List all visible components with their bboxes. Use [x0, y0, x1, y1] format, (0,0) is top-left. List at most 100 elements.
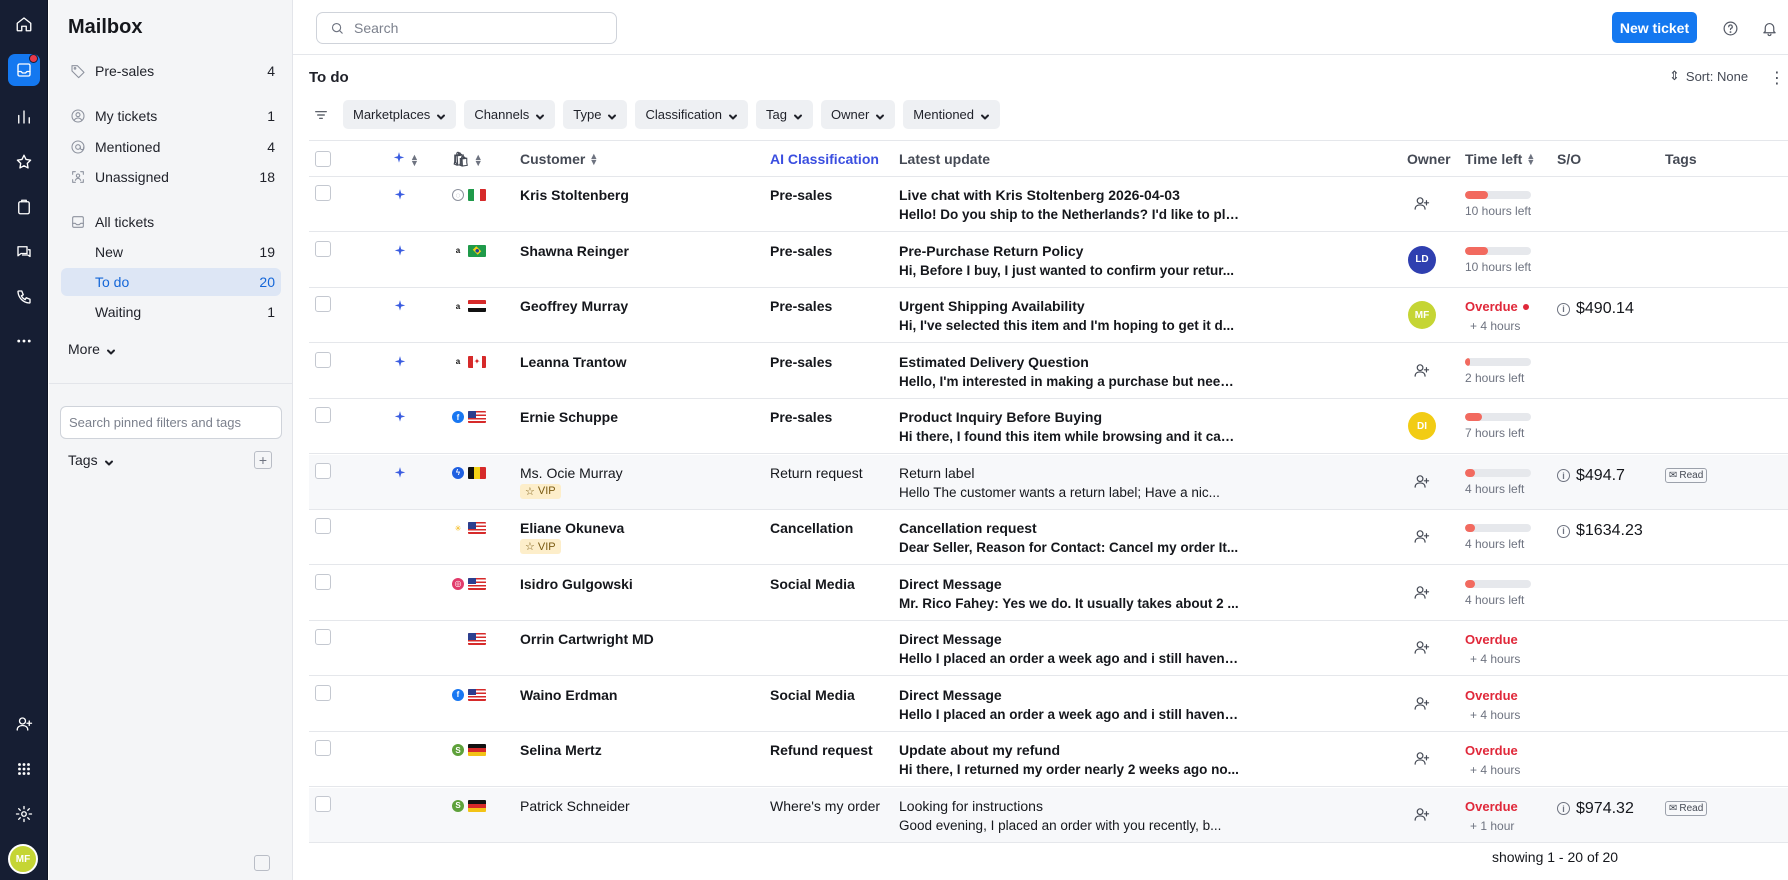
filter-mentioned[interactable]: Mentioned	[903, 100, 1001, 129]
row-checkbox[interactable]	[315, 629, 331, 645]
chat-icon[interactable]	[8, 236, 40, 268]
assign-owner-icon[interactable]	[1413, 639, 1430, 659]
latest-update-cell[interactable]: Return label Hello The customer wants a r…	[899, 465, 1239, 500]
bell-icon[interactable]	[1759, 18, 1779, 38]
customer-cell[interactable]: Patrick Schneider	[520, 798, 630, 814]
customer-cell[interactable]: Ms. Ocie Murray ☆ VIP	[520, 465, 623, 499]
user-avatar[interactable]: MF	[8, 844, 38, 874]
table-row[interactable]: ◌ Kris Stoltenberg Pre-sales Live chat with…	[309, 177, 1788, 232]
owner-avatar[interactable]: LD	[1408, 245, 1436, 274]
customer-cell[interactable]: Geoffrey Murray	[520, 298, 628, 314]
table-row[interactable]: S Selina Mertz Refund request Update about …	[309, 732, 1788, 787]
help-icon[interactable]	[1720, 18, 1740, 38]
customer-cell[interactable]: Selina Mertz	[520, 742, 602, 758]
star-icon[interactable]	[8, 146, 40, 178]
analytics-icon[interactable]	[8, 101, 40, 133]
table-row[interactable]: a Geoffrey Murray Pre-sales Urgent Shipping…	[309, 288, 1788, 343]
more-apps-icon[interactable]	[8, 325, 40, 357]
row-checkbox[interactable]	[315, 518, 331, 534]
sidebar-item-mentioned[interactable]: Mentioned 4	[61, 133, 281, 161]
time-left-header[interactable]: Time left ▲ ▼	[1465, 151, 1535, 167]
sidebar-item-pre-sales[interactable]: Pre-sales 4	[61, 57, 281, 85]
assign-owner-icon[interactable]	[1413, 695, 1430, 715]
assign-owner-icon[interactable]	[1413, 750, 1430, 770]
row-checkbox[interactable]	[315, 462, 331, 479]
search-box[interactable]	[316, 12, 617, 44]
sort-control[interactable]: ⇕ Sort: None	[1669, 68, 1748, 84]
latest-update-cell[interactable]: Live chat with Kris Stoltenberg 2026-04-…	[899, 187, 1239, 222]
tag-cell[interactable]: ✉ Read	[1665, 465, 1708, 483]
filter-tag[interactable]: Tag	[756, 100, 813, 129]
pinned-filters-search[interactable]: Search pinned filters and tags	[60, 406, 282, 439]
table-row[interactable]: a ✦ Leanna Trantow Pre-sales Estimated Deliv…	[309, 344, 1788, 399]
home-icon[interactable]	[8, 8, 40, 40]
row-checkbox[interactable]	[315, 185, 331, 201]
customer-header[interactable]: Customer ▲ ▼	[520, 151, 598, 167]
tags-toggle[interactable]: Tags	[68, 452, 114, 468]
sidebar-item-to-do[interactable]: To do 20	[61, 268, 281, 296]
assign-owner-icon[interactable]	[1413, 584, 1430, 604]
row-checkbox[interactable]	[315, 573, 331, 590]
assign-owner-icon[interactable]	[1413, 528, 1430, 548]
add-tag-button[interactable]: +	[254, 451, 272, 469]
assign-owner-icon[interactable]	[1413, 806, 1430, 826]
assign-owner-icon[interactable]	[1413, 195, 1430, 215]
latest-update-cell[interactable]: Direct Message Mr. Rico Fahey: Yes we do.…	[899, 576, 1239, 611]
table-row[interactable]: ✳ Eliane Okuneva ☆ VIP Cancellation Cancellat…	[309, 510, 1788, 565]
table-row[interactable]: f Ernie Schuppe Pre-sales Product Inquiry B…	[309, 399, 1788, 454]
latest-update-cell[interactable]: Cancellation request Dear Seller, Reason …	[899, 520, 1239, 555]
customer-cell[interactable]: Shawna Reinger	[520, 243, 629, 259]
row-checkbox[interactable]	[315, 240, 331, 257]
search-input[interactable]	[354, 20, 594, 36]
table-row[interactable]: Orrin Cartwright MD Direct Message Hello I…	[309, 621, 1788, 676]
customer-cell[interactable]: Kris Stoltenberg	[520, 187, 629, 203]
table-row[interactable]: a Shawna Reinger Pre-sales Pre-Purchase Ret…	[309, 233, 1788, 288]
customer-cell[interactable]: Ernie Schuppe	[520, 409, 618, 425]
clipboard-icon[interactable]	[8, 191, 40, 223]
latest-update-cell[interactable]: Product Inquiry Before Buying Hi there, I…	[899, 409, 1239, 444]
row-checkbox[interactable]	[315, 795, 331, 812]
more-toggle[interactable]: More	[68, 341, 116, 357]
sidebar-item-all-tickets[interactable]: All tickets	[61, 208, 281, 236]
latest-update-cell[interactable]: Pre-Purchase Return Policy Hi, Before I b…	[899, 243, 1239, 278]
latest-update-cell[interactable]: Direct Message Hello I placed an order a …	[899, 687, 1239, 722]
latest-update-cell[interactable]: Update about my refund Hi there, I return…	[899, 742, 1239, 777]
settings-gear-icon[interactable]	[8, 798, 40, 830]
add-user-icon[interactable]	[8, 708, 40, 740]
filter-icon[interactable]	[309, 103, 333, 127]
filter-classification[interactable]: Classification	[635, 100, 749, 129]
row-checkbox[interactable]	[315, 296, 331, 312]
sidebar-item-waiting[interactable]: Waiting 1	[61, 298, 281, 326]
latest-update-cell[interactable]: Estimated Delivery Question Hello, I'm in…	[899, 354, 1239, 389]
inbox-icon[interactable]	[8, 54, 40, 86]
latest-update-cell[interactable]: Direct Message Hello I placed an order a …	[899, 631, 1239, 666]
customer-cell[interactable]: Orrin Cartwright MD	[520, 631, 654, 647]
latest-update-cell[interactable]: Urgent Shipping Availability Hi, I've sel…	[899, 298, 1239, 333]
customer-cell[interactable]: Waino Erdman	[520, 687, 618, 703]
sidebar-item-unassigned[interactable]: Unassigned 18	[61, 163, 281, 191]
ai-classification-header[interactable]: AI Classification	[770, 151, 879, 167]
table-row[interactable]: ◎ Isidro Gulgowski Social Media Direct Mess…	[309, 566, 1788, 621]
customer-cell[interactable]: Eliane Okuneva ☆ VIP	[520, 520, 624, 554]
row-checkbox[interactable]	[315, 407, 331, 423]
filter-channels[interactable]: Channels	[464, 100, 556, 129]
sidebar-item-my-tickets[interactable]: My tickets 1	[61, 102, 281, 130]
filter-type[interactable]: Type	[563, 100, 628, 129]
assign-owner-icon[interactable]	[1413, 362, 1430, 382]
sidebar-item-new[interactable]: New 19	[61, 238, 281, 266]
collapse-sidebar-icon[interactable]	[254, 855, 270, 871]
table-row[interactable]: f Waino Erdman Social Media Direct Message H…	[309, 677, 1788, 732]
app-grid-icon[interactable]	[8, 753, 40, 785]
more-options-icon[interactable]: ⋮	[1769, 68, 1785, 88]
owner-avatar[interactable]: MF	[1408, 301, 1436, 329]
new-ticket-button[interactable]: New ticket	[1612, 12, 1697, 43]
channel-sort-header[interactable]: 🛍 ▲ ▼	[452, 151, 483, 168]
customer-cell[interactable]: Isidro Gulgowski	[520, 576, 633, 592]
latest-update-cell[interactable]: Looking for instructions Good evening, I …	[899, 798, 1239, 833]
phone-icon[interactable]	[8, 281, 40, 313]
owner-avatar[interactable]: DI	[1408, 412, 1436, 440]
customer-cell[interactable]: Leanna Trantow	[520, 354, 627, 370]
select-all-checkbox[interactable]	[315, 151, 331, 167]
row-checkbox[interactable]	[315, 684, 331, 701]
table-row[interactable]: ϟ Ms. Ocie Murray ☆ VIP Return request Return…	[309, 454, 1788, 510]
